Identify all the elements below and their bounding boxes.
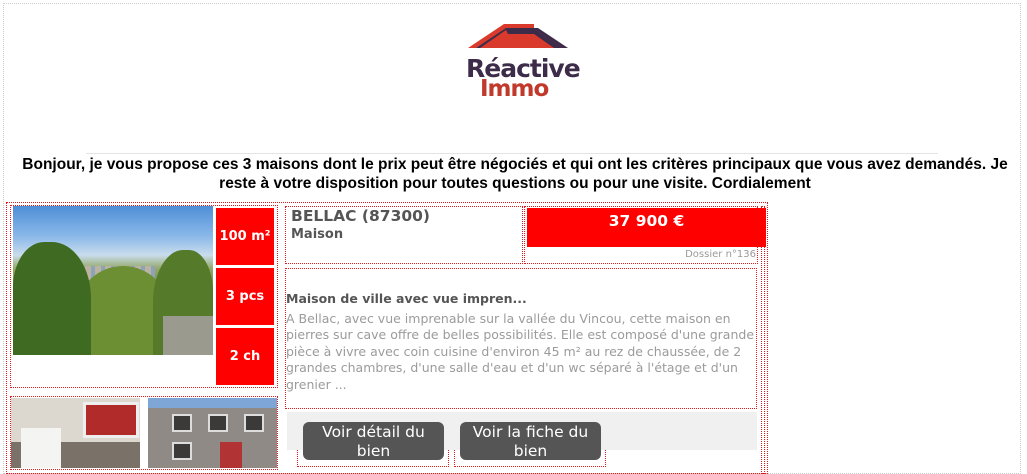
listing-type: Maison <box>291 227 344 242</box>
view-sheet-button[interactable]: Voir la fiche du bien <box>460 422 601 460</box>
tree-shape <box>13 242 91 355</box>
view-sheet-label-line1: Voir la fiche du <box>472 423 589 441</box>
window-shape <box>172 442 192 460</box>
view-detail-button[interactable]: Voir détail du bien <box>303 422 444 460</box>
bedrooms-badge: 2 ch <box>216 328 274 385</box>
logo-text-immo: Immo <box>480 76 549 102</box>
listing-city: BELLAC (87300) <box>291 207 431 225</box>
door-shape <box>220 442 242 468</box>
window-shape <box>244 414 264 432</box>
window-shape <box>208 414 228 432</box>
view-detail-label-line1: Voir détail du <box>322 423 425 441</box>
listing-title: Maison de ville avec vue impren... <box>286 291 527 306</box>
listing-price: 37 900 € <box>527 208 766 247</box>
listing-description: A Bellac, avec vue imprenable sur la val… <box>286 311 755 392</box>
separator <box>86 153 938 154</box>
area-badge: 100 m² <box>216 208 274 265</box>
window-shape <box>83 402 139 438</box>
main-photo[interactable] <box>13 206 213 355</box>
intro-message: Bonjour, je vous propose ces 3 maisons d… <box>22 156 1008 192</box>
thumbnail-facade[interactable] <box>148 398 277 468</box>
rooms-badge: 3 pcs <box>216 268 274 325</box>
thumbnail-kitchen[interactable] <box>11 398 140 468</box>
window-shape <box>172 414 192 432</box>
view-detail-label-line2: bien <box>356 442 391 460</box>
cabinet-shape <box>21 428 61 468</box>
dossier-number: Dossier n°136 <box>685 249 756 260</box>
sky-shape <box>148 398 277 408</box>
view-sheet-label-line2: bien <box>513 442 548 460</box>
wall-shape <box>163 316 213 355</box>
